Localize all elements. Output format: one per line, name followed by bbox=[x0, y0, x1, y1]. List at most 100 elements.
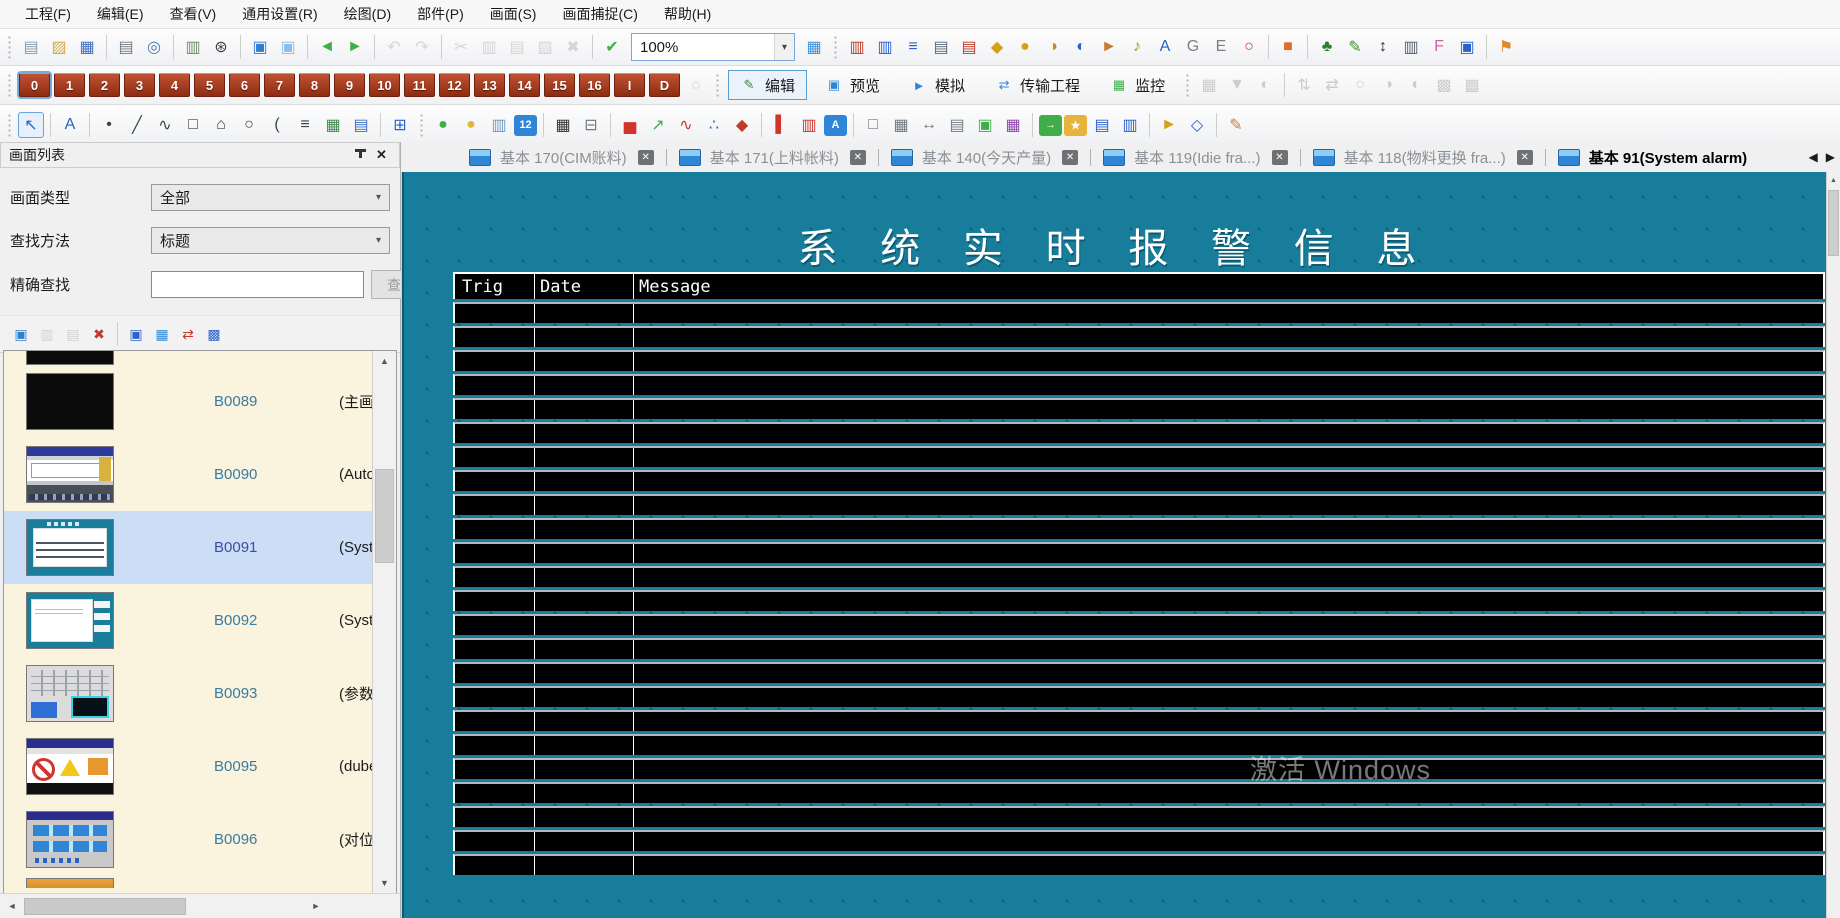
meter-part-icon[interactable]: ◆ bbox=[729, 112, 755, 138]
doc-transfer-icon[interactable]: ▤ bbox=[956, 34, 982, 60]
tab-close-icon[interactable]: ✕ bbox=[1062, 150, 1078, 165]
scroll-up-icon[interactable]: ▲ bbox=[373, 351, 396, 371]
scroll-down-icon[interactable]: ▼ bbox=[373, 873, 396, 893]
touch-key-part-icon[interactable]: ⊟ bbox=[578, 112, 604, 138]
screen-button-5[interactable]: 5 bbox=[194, 73, 225, 97]
menu-item-screen[interactable]: 画面(S) bbox=[477, 0, 550, 28]
screen-button-1[interactable]: 1 bbox=[54, 73, 85, 97]
screen-button-4[interactable]: 4 bbox=[159, 73, 190, 97]
screen-list-item[interactable]: B0092(Syst bbox=[4, 584, 396, 657]
select-tool-icon[interactable]: ↖ bbox=[18, 112, 44, 138]
data-check-icon[interactable]: ▥ bbox=[180, 34, 206, 60]
screen-list-item[interactable]: B0089(主画 bbox=[4, 365, 396, 438]
list-horizontal-scrollbar[interactable]: ◄ ► bbox=[0, 893, 400, 918]
scatter-graph-part-icon[interactable]: ∴ bbox=[701, 112, 727, 138]
screen-canvas[interactable]: 系 统 实 时 报 警 信 息 Trig Date Message 激活 Win… bbox=[401, 172, 1827, 918]
menu-item-project[interactable]: 工程(F) bbox=[12, 0, 84, 28]
library-list-icon[interactable]: ▥ bbox=[1398, 34, 1424, 60]
screen-button-7[interactable]: 7 bbox=[264, 73, 295, 97]
polyline-tool-icon[interactable]: ∿ bbox=[152, 112, 178, 138]
report-flag-icon[interactable]: ⚑ bbox=[1493, 34, 1519, 60]
screen-button-0[interactable]: 0 bbox=[19, 73, 50, 97]
language-switch-icon[interactable]: A bbox=[1152, 34, 1178, 60]
scroll-up-icon[interactable]: ▲ bbox=[1827, 173, 1840, 188]
screen-tab[interactable]: 基本 140(今天产量)✕ bbox=[881, 143, 1088, 171]
read-from-plc-icon[interactable]: ▥ bbox=[872, 34, 898, 60]
polygon-tool-icon[interactable]: ⌂ bbox=[208, 112, 234, 138]
mode-preview-button[interactable]: ▣预览 bbox=[813, 70, 892, 100]
parts-tree-icon[interactable]: ♣ bbox=[1314, 34, 1340, 60]
screen-button-11[interactable]: 11 bbox=[404, 73, 435, 97]
search-method-combobox[interactable]: 标题 ▾ bbox=[151, 227, 390, 254]
data-clock-icon[interactable]: ◐ bbox=[1068, 34, 1094, 60]
screen-button-6[interactable]: 6 bbox=[229, 73, 260, 97]
screen-button-16[interactable]: 16 bbox=[579, 73, 610, 97]
scrollbar-thumb[interactable] bbox=[1828, 190, 1839, 256]
screen-next-icon[interactable]: ► bbox=[342, 34, 368, 60]
scrollbar-thumb[interactable] bbox=[24, 898, 186, 915]
save-project-icon[interactable]: ▦ bbox=[74, 34, 100, 60]
bar-graph-part-icon[interactable]: ▅ bbox=[617, 112, 643, 138]
screen-run-icon[interactable]: ■ bbox=[1275, 34, 1301, 60]
sound-icon[interactable]: ♪ bbox=[1124, 34, 1150, 60]
screen-button-14[interactable]: 14 bbox=[509, 73, 540, 97]
mode-transfer-project-button[interactable]: ⇄传输工程 bbox=[983, 70, 1092, 100]
screen-list-item[interactable]: B0090(Auto bbox=[4, 438, 396, 511]
write-to-plc-icon[interactable]: ▥ bbox=[844, 34, 870, 60]
error-check-icon[interactable]: ✔ bbox=[599, 34, 625, 60]
exact-search-input[interactable] bbox=[151, 271, 364, 298]
screen-tab[interactable]: 基本 118(物料更换 fra...)✕ bbox=[1303, 143, 1543, 171]
screen-image-tool-icon[interactable]: ▤ bbox=[348, 112, 374, 138]
date-part-icon[interactable]: 12 bbox=[514, 115, 537, 136]
image-display-part-icon[interactable]: ▦ bbox=[1000, 112, 1026, 138]
screen-button-12[interactable]: 12 bbox=[439, 73, 470, 97]
screen-tab[interactable]: 基本 170(CIM账料)✕ bbox=[459, 143, 664, 171]
alarm-display-part-icon[interactable]: A bbox=[824, 115, 847, 136]
tab-close-icon[interactable]: ✕ bbox=[638, 150, 654, 165]
line-tool-icon[interactable]: ╱ bbox=[124, 112, 150, 138]
screen-button-10[interactable]: 10 bbox=[369, 73, 400, 97]
alarm-lamp-part-icon[interactable]: ▌ bbox=[768, 112, 794, 138]
grid-part-icon[interactable]: ▦ bbox=[550, 112, 576, 138]
mode-edit-button[interactable]: ✎编辑 bbox=[728, 70, 807, 100]
screen-button-D[interactable]: D bbox=[649, 73, 680, 97]
data-list-part-icon[interactable]: ▤ bbox=[1089, 112, 1115, 138]
menu-item-parts[interactable]: 部件(P) bbox=[404, 0, 477, 28]
screen-button-I[interactable]: I bbox=[614, 73, 645, 97]
tab-scroll-right-icon[interactable]: ▶ bbox=[1826, 150, 1835, 164]
list-vertical-scrollbar[interactable]: ▲ ▼ bbox=[372, 351, 396, 893]
operation-part-icon[interactable]: ► bbox=[1156, 112, 1182, 138]
document-part-icon[interactable]: ▤ bbox=[944, 112, 970, 138]
print-preview-icon[interactable]: ◎ bbox=[141, 34, 167, 60]
screen-tab[interactable]: 基本 91(System alarm) bbox=[1548, 143, 1757, 171]
operation-lock-icon[interactable]: ◑ bbox=[1040, 34, 1066, 60]
bulb-part-icon[interactable]: ● bbox=[458, 112, 484, 138]
global-check-e-icon[interactable]: E bbox=[1208, 34, 1234, 60]
screen-button-2[interactable]: 2 bbox=[89, 73, 120, 97]
security-ball-icon[interactable]: ● bbox=[1012, 34, 1038, 60]
tab-close-icon[interactable]: ✕ bbox=[1272, 150, 1288, 165]
screen-list-item[interactable]: B0096(对位 bbox=[4, 803, 396, 876]
delete-screen-icon[interactable]: ✖ bbox=[87, 322, 111, 346]
print-icon[interactable]: ▤ bbox=[113, 34, 139, 60]
dot-tool-icon[interactable]: • bbox=[96, 112, 122, 138]
screen-prev-icon[interactable]: ◄ bbox=[314, 34, 340, 60]
screen-button-15[interactable]: 15 bbox=[544, 73, 575, 97]
scrollbar-thumb[interactable] bbox=[375, 469, 394, 563]
global-check-g-icon[interactable]: G bbox=[1180, 34, 1206, 60]
screen-list-item[interactable]: B0093(参数 bbox=[4, 657, 396, 730]
touch-operation-icon[interactable]: ► bbox=[1096, 34, 1122, 60]
brush-part-icon[interactable]: ✎ bbox=[1223, 112, 1249, 138]
window-copy-icon[interactable]: ▣ bbox=[275, 34, 301, 60]
fit-screen-icon[interactable]: ▦ bbox=[801, 34, 827, 60]
memo-pad-icon[interactable]: ✎ bbox=[1342, 34, 1368, 60]
rgb-lamp-part-icon[interactable]: ▣ bbox=[972, 112, 998, 138]
scroll-left-icon[interactable]: ◄ bbox=[2, 894, 22, 918]
screen-switch-part-icon[interactable]: → bbox=[1039, 115, 1062, 136]
tab-scroll-left-icon[interactable]: ◀ bbox=[1809, 150, 1818, 164]
mode-monitor-button[interactable]: ▦监控 bbox=[1098, 70, 1177, 100]
screen-button-8[interactable]: 8 bbox=[299, 73, 330, 97]
table-part-icon[interactable]: ⊞ bbox=[387, 112, 413, 138]
mode-simulate-button[interactable]: ►模拟 bbox=[898, 70, 977, 100]
menu-item-view[interactable]: 查看(V) bbox=[157, 0, 230, 28]
